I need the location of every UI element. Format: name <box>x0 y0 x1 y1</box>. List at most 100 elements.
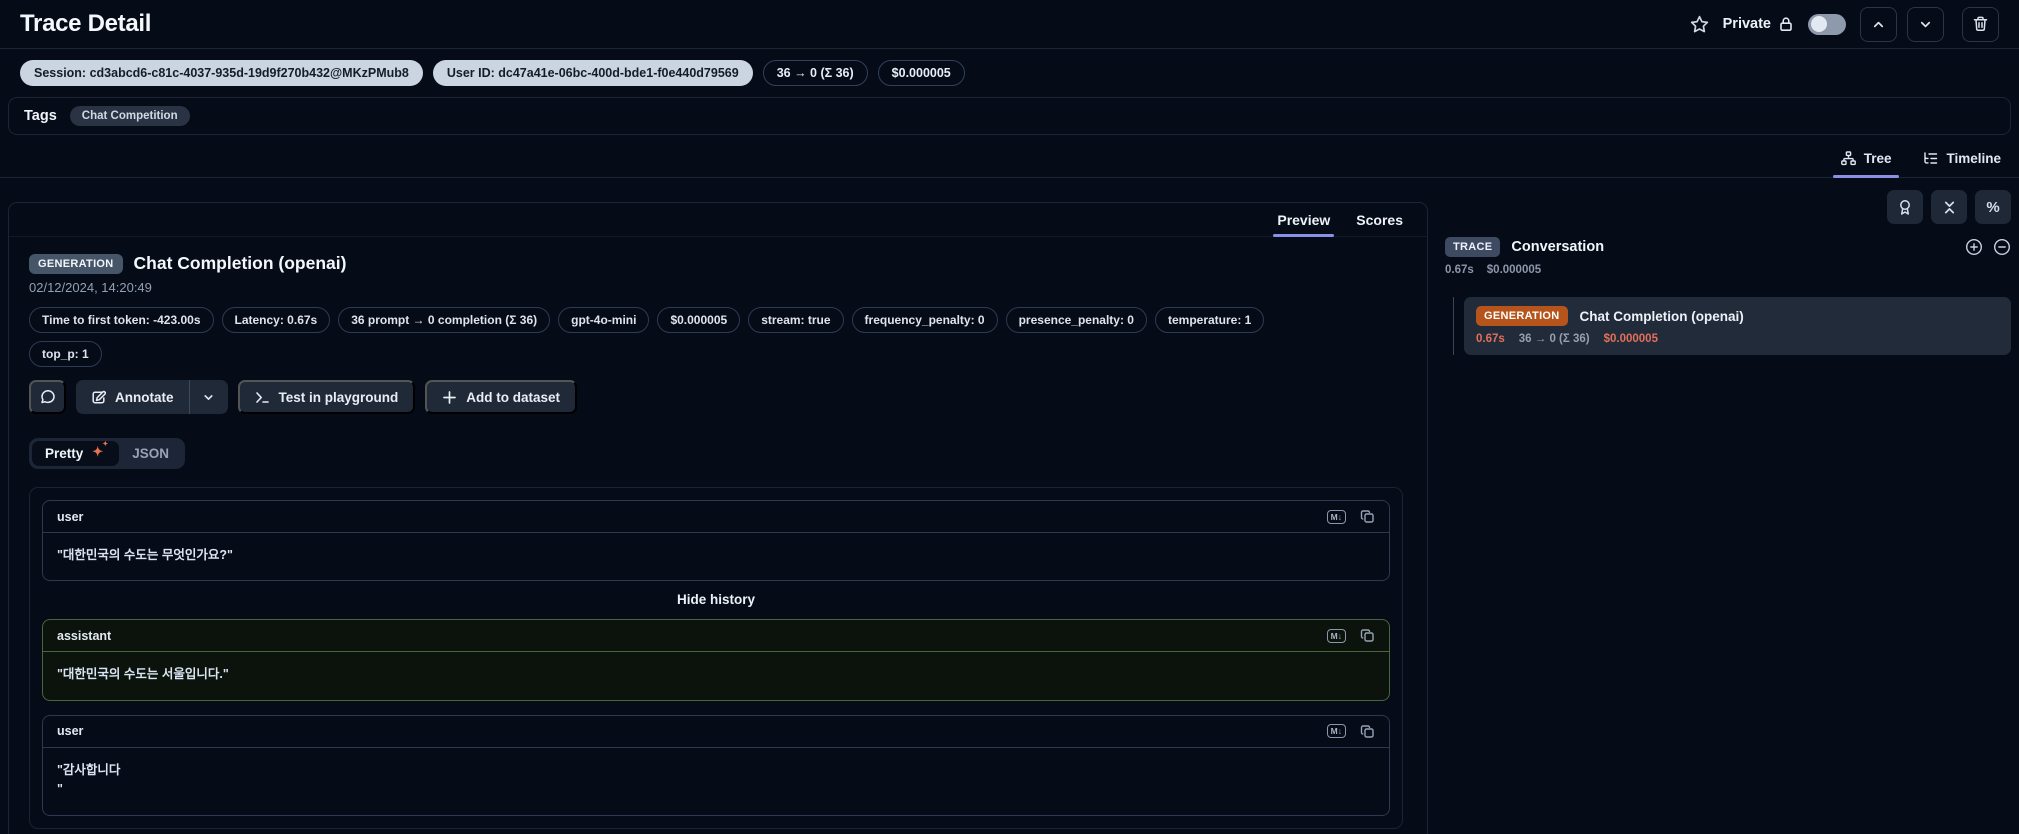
trace-type-badge: TRACE <box>1445 237 1501 257</box>
generation-tokens: 36 → 0 (Σ 36) <box>1518 333 1590 345</box>
edit-icon <box>91 390 106 405</box>
observation-header: GENERATION Chat Completion (openai) <box>29 253 1403 274</box>
message-content: "대한민국의 수도는 무엇인가요?" <box>57 548 233 562</box>
collapse-all-button[interactable] <box>1931 190 1967 224</box>
minus-circle-icon[interactable] <box>1993 238 2011 256</box>
hide-history-button[interactable]: Hide history <box>42 581 1390 619</box>
session-badge[interactable]: Session: cd3abcd6-c81c-4037-935d-19d9f27… <box>20 60 423 86</box>
markdown-toggle-icon[interactable]: M↓ <box>1326 724 1346 739</box>
tree-expand-controls <box>1965 238 2011 256</box>
message-user-2: user M↓ "감사합니다 " <box>42 714 1390 816</box>
terminal-icon <box>255 390 270 405</box>
message-header: user M↓ <box>43 501 1389 533</box>
privacy-label: Private <box>1722 16 1771 32</box>
tab-scores-label: Scores <box>1356 211 1403 228</box>
generation-metrics: 0.67s 36 → 0 (Σ 36) $0.000005 <box>1476 333 1999 345</box>
trace-node[interactable]: TRACE Conversation <box>1445 237 2011 257</box>
copy-icon[interactable] <box>1360 724 1375 739</box>
markdown-toggle-icon[interactable]: M↓ <box>1326 628 1346 643</box>
award-icon <box>1897 199 1913 216</box>
playground-button[interactable]: Test in playground <box>237 380 416 414</box>
pill-temperature: temperature: 1 <box>1154 307 1265 333</box>
sparkles-icon: ✦ ✦ <box>92 441 109 459</box>
generation-type-badge: GENERATION <box>29 253 123 274</box>
pill-model[interactable]: gpt-4o-mini <box>558 307 650 333</box>
pill-token-usage: 36 prompt → 0 completion (Σ 36) <box>338 307 551 333</box>
copy-icon[interactable] <box>1360 509 1375 524</box>
scores-award-button[interactable] <box>1887 190 1923 224</box>
delete-trace-button[interactable] <box>1962 6 1999 42</box>
json-label: JSON <box>132 446 170 461</box>
metrics-percent-button[interactable]: % <box>1975 190 2011 224</box>
tab-timeline[interactable]: Timeline <box>1921 140 2003 177</box>
trace-latency: 0.67s <box>1445 264 1474 276</box>
prev-trace-button[interactable] <box>1860 6 1897 42</box>
message-header-actions: M↓ <box>1326 724 1375 739</box>
pill-presence-penalty: presence_penalty: 0 <box>1005 307 1147 333</box>
view-tab-bar: Tree Timeline <box>0 140 2019 178</box>
message-header: user M↓ <box>43 716 1389 748</box>
tab-preview[interactable]: Preview <box>1273 203 1335 237</box>
pill-cost: $0.000005 <box>657 307 741 333</box>
panel-tab-bar: Preview Scores <box>9 203 1427 237</box>
trace-meta-bar: Session: cd3abcd6-c81c-4037-935d-19d9f27… <box>0 49 2019 95</box>
toggle-knob <box>1810 16 1827 32</box>
plus-circle-icon[interactable] <box>1965 238 1983 256</box>
annotate-split-button: Annotate <box>76 380 228 414</box>
star-icon[interactable] <box>1690 15 1709 34</box>
tag-chip[interactable]: Chat Competition <box>69 106 190 126</box>
user-id-badge[interactable]: User ID: dc47a41e-06bc-400d-bde1-f0e440d… <box>432 60 753 86</box>
chevron-down-icon <box>202 391 215 404</box>
page-title: Trace Detail <box>20 10 152 37</box>
format-toggle: Pretty ✦ ✦ JSON <box>29 438 186 469</box>
trace-name: Conversation <box>1511 239 1605 255</box>
token-usage-badge: 36 → 0 (Σ 36) <box>762 60 868 86</box>
cost-badge: $0.000005 <box>877 60 965 86</box>
plus-icon <box>442 390 457 405</box>
page-header: Trace Detail Private <box>0 0 2019 49</box>
trace-tree-sidebar: % TRACE Conversation 0.67s $0.000005 GEN… <box>1445 190 2011 355</box>
tab-preview-label: Preview <box>1277 211 1331 228</box>
message-header-actions: M↓ <box>1326 509 1375 524</box>
chevron-down-icon <box>1918 17 1933 32</box>
tab-tree-label: Tree <box>1863 151 1892 166</box>
message-header-actions: M↓ <box>1326 628 1375 643</box>
json-toggle[interactable]: JSON <box>119 441 182 466</box>
annotate-dropdown-button[interactable] <box>190 380 228 414</box>
sidebar-toolbar: % <box>1445 190 2011 224</box>
generation-type-badge: GENERATION <box>1476 306 1568 326</box>
metric-pills-row-2: top_p: 1 <box>29 341 1403 367</box>
message-role: assistant <box>57 628 112 643</box>
comment-button[interactable] <box>29 380 66 414</box>
add-to-dataset-button[interactable]: Add to dataset <box>425 380 578 414</box>
generation-node-header: GENERATION Chat Completion (openai) <box>1476 306 1999 326</box>
tree-children: GENERATION Chat Completion (openai) 0.67… <box>1453 297 2011 355</box>
tab-tree[interactable]: Tree <box>1832 140 1900 178</box>
generation-name: Chat Completion (openai) <box>1579 308 1744 324</box>
next-trace-button[interactable] <box>1907 6 1944 42</box>
annotate-button[interactable]: Annotate <box>76 380 189 414</box>
pretty-toggle[interactable]: Pretty ✦ ✦ <box>32 441 120 466</box>
message-role: user <box>57 509 84 524</box>
copy-icon[interactable] <box>1360 628 1375 643</box>
tree-icon <box>1840 151 1856 166</box>
generation-node-selected[interactable]: GENERATION Chat Completion (openai) 0.67… <box>1464 297 2011 355</box>
public-toggle[interactable] <box>1808 13 1846 35</box>
observation-panel: Preview Scores GENERATION Chat Completio… <box>8 202 1428 834</box>
message-header: assistant M↓ <box>43 620 1389 653</box>
trash-icon <box>1973 16 1988 32</box>
playground-label: Test in playground <box>278 389 399 405</box>
observation-title: Chat Completion (openai) <box>133 253 347 273</box>
generation-cost: $0.000005 <box>1603 333 1658 345</box>
pill-stream: stream: true <box>748 307 844 333</box>
markdown-toggle-icon[interactable]: M↓ <box>1326 509 1346 524</box>
tab-scores[interactable]: Scores <box>1356 203 1403 236</box>
collapse-icon <box>1942 200 1957 215</box>
tags-container: Tags Chat Competition <box>8 97 2011 135</box>
chat-bubble-icon <box>40 389 56 405</box>
tab-timeline-label: Timeline <box>1946 151 2001 166</box>
message-user-1: user M↓ "대한민국의 수도는 무엇인가요?" <box>42 500 1390 582</box>
message-content: "대한민국의 수도는 서울입니다." <box>57 667 229 682</box>
message-assistant: assistant M↓ "대한민국의 수도는 서울입니다." <box>42 619 1390 701</box>
observation-timestamp: 02/12/2024, 14:20:49 <box>29 280 152 295</box>
